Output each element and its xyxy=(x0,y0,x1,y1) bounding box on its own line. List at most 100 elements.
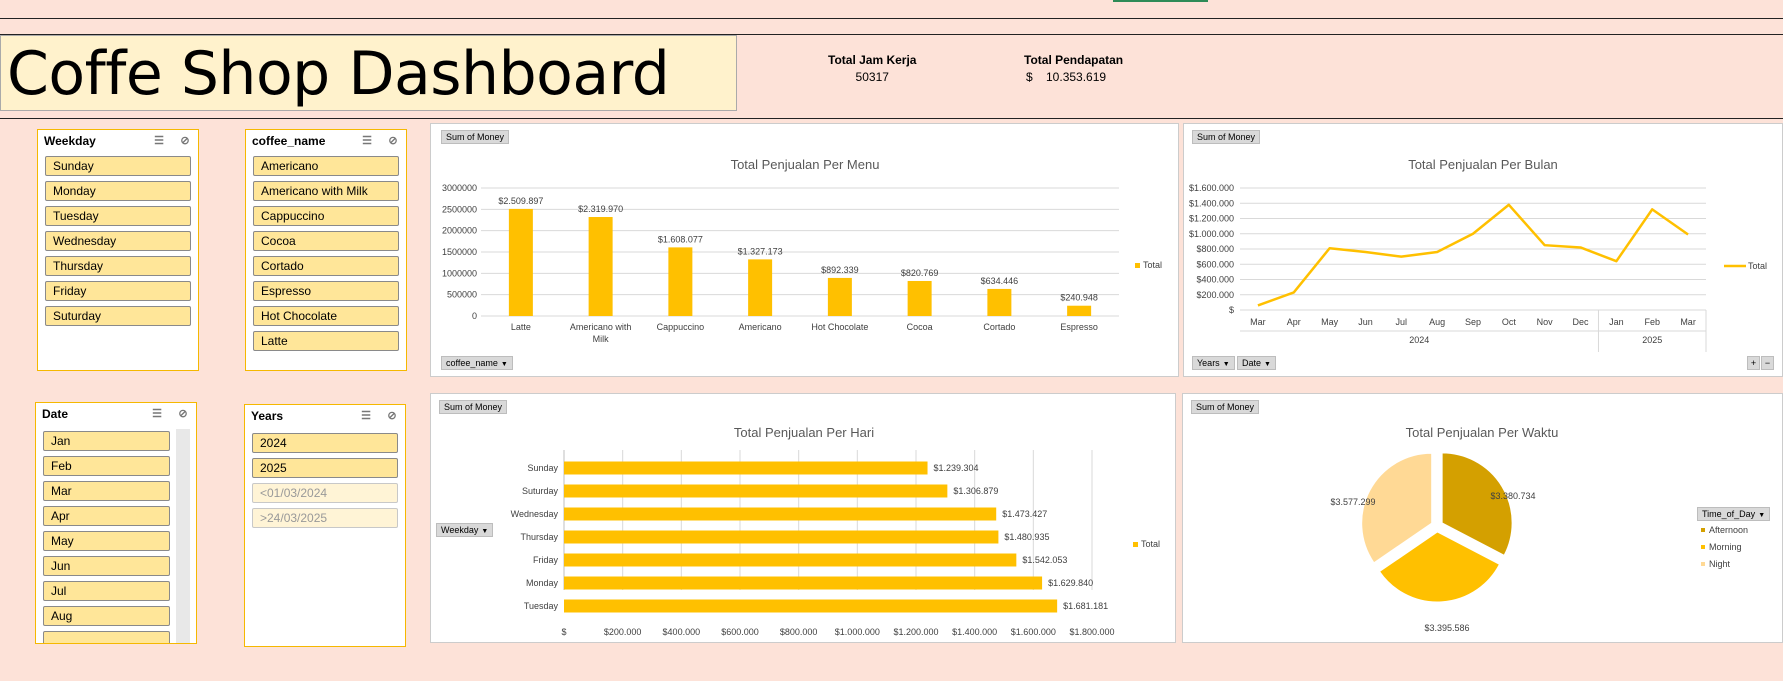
slicer-scrollbar[interactable] xyxy=(176,429,190,643)
multi-select-icon[interactable]: ☰ xyxy=(150,408,164,420)
slicer-item[interactable]: Sunday xyxy=(45,156,191,176)
slicer-item[interactable]: Suturday xyxy=(45,306,191,326)
x-tick-label: $1.000.000 xyxy=(835,627,880,637)
slicer-years-title: Years xyxy=(251,409,284,423)
slicer-item[interactable]: Monday xyxy=(45,181,191,201)
x-tick-label: Oct xyxy=(1502,317,1517,327)
data-label: $2.319.970 xyxy=(578,204,623,214)
slicer-item[interactable]: Americano xyxy=(253,156,399,176)
legend-swatch xyxy=(1701,528,1705,532)
data-label: $3.380.734 xyxy=(1490,491,1535,501)
slicer-item[interactable]: Cortado xyxy=(253,256,399,276)
kpi-revenue-label: Total Pendapatan xyxy=(1024,53,1124,67)
data-label: $1.629.840 xyxy=(1048,578,1093,588)
slicer-date-title: Date xyxy=(42,407,69,421)
multi-select-icon[interactable]: ☰ xyxy=(359,410,373,422)
row-divider xyxy=(0,18,1783,19)
y-tick-label: Friday xyxy=(533,555,559,565)
data-label: $1.306.879 xyxy=(953,486,998,496)
slicer-item[interactable]: Feb xyxy=(43,456,170,476)
legend-swatch xyxy=(1135,263,1140,268)
slicer-item[interactable]: Cappuccino xyxy=(253,206,399,226)
slicer-item[interactable]: Americano with Milk xyxy=(253,181,399,201)
slicer-item-partial[interactable] xyxy=(43,631,170,643)
data-label: $634.446 xyxy=(981,276,1019,286)
slicer-item[interactable]: Wednesday xyxy=(45,231,191,251)
slicer-item[interactable]: Friday xyxy=(45,281,191,301)
slicer-item[interactable]: Espresso xyxy=(253,281,399,301)
slicer-item[interactable]: May xyxy=(43,531,170,551)
y-tick-label: $200.000 xyxy=(1196,290,1234,300)
y-tick-label: $1.600.000 xyxy=(1189,183,1234,193)
y-tick-label: 1000000 xyxy=(442,268,477,278)
x-tick-label: Aug xyxy=(1429,317,1445,327)
data-label: $1.542.053 xyxy=(1022,555,1067,565)
data-label: $1.239.304 xyxy=(934,463,979,473)
chart-panel-day: Sum of Money Weekday ▼ Total Penjualan Pe… xyxy=(430,393,1176,643)
slicer-item[interactable]: Jun xyxy=(43,556,170,576)
slicer-item[interactable]: Cocoa xyxy=(253,231,399,251)
legend-swatch xyxy=(1701,562,1705,566)
x-tick-label: Hot Chocolate xyxy=(811,322,868,332)
slicer-item-nodata[interactable]: >24/03/2025 xyxy=(252,508,398,528)
x-tick-label: Mar xyxy=(1250,317,1266,327)
x-tick-label: Americano xyxy=(739,322,782,332)
slicer-item[interactable]: Aug xyxy=(43,606,170,626)
y-tick-label: $400.000 xyxy=(1196,275,1234,285)
slicer-item[interactable]: Hot Chocolate xyxy=(253,306,399,326)
slicer-item[interactable]: Latte xyxy=(253,331,399,351)
legend-label: Total xyxy=(1748,261,1767,271)
slicer-item[interactable]: Jul xyxy=(43,581,170,601)
x-tick-label: $1.600.000 xyxy=(1011,627,1056,637)
top-strip xyxy=(0,0,1783,35)
series-line xyxy=(1257,203,1689,307)
x-tick-label: Nov xyxy=(1537,317,1554,327)
legend-label: Morning xyxy=(1709,542,1742,552)
slicer-item[interactable]: 2025 xyxy=(252,458,398,478)
cell-selection-mark xyxy=(1113,0,1208,2)
bar xyxy=(508,208,533,316)
x-tick-label: Cappuccino xyxy=(657,322,705,332)
multi-select-icon[interactable]: ☰ xyxy=(152,135,166,147)
bar xyxy=(564,553,1017,567)
clear-filter-icon[interactable]: ⊘ xyxy=(178,135,192,147)
data-label: $1.473.427 xyxy=(1002,509,1047,519)
x-tick-label: Milk xyxy=(593,334,609,344)
x-tick-label: $200.000 xyxy=(604,627,642,637)
bar xyxy=(987,288,1012,316)
clear-filter-icon[interactable]: ⊘ xyxy=(385,410,399,422)
slicer-item[interactable]: Tuesday xyxy=(45,206,191,226)
kpi-hours-label: Total Jam Kerja xyxy=(828,53,917,67)
x-tick-label: $800.000 xyxy=(780,627,818,637)
legend-swatch xyxy=(1701,545,1705,549)
bar xyxy=(827,277,852,316)
chart-menu-svg: Total Penjualan Per Menu 0 500000 1000000 15… xyxy=(442,157,1162,344)
data-label: $3.577.299 xyxy=(1330,497,1375,507)
x-tick-label: Jul xyxy=(1396,317,1408,327)
x-tick-label: Espresso xyxy=(1060,322,1098,332)
slicer-item[interactable]: Mar xyxy=(43,481,170,501)
slicer-item-nodata[interactable]: <01/03/2024 xyxy=(252,483,398,503)
multi-select-icon[interactable]: ☰ xyxy=(360,135,374,147)
legend-label: Total xyxy=(1143,260,1162,270)
y-tick-label: 3000000 xyxy=(442,183,477,193)
slicer-item[interactable]: Apr xyxy=(43,506,170,526)
data-label: $892.339 xyxy=(821,265,859,275)
chart-time-svg: Total Penjualan Per Waktu $3.380.734 $3.39… xyxy=(1330,425,1748,633)
clear-filter-icon[interactable]: ⊘ xyxy=(386,135,400,147)
bar xyxy=(564,484,948,498)
y-tick-label: $1.000.000 xyxy=(1189,229,1234,239)
slicer-coffee-title: coffee_name xyxy=(252,134,326,148)
x-tick-label: Dec xyxy=(1573,317,1590,327)
slicer-item[interactable]: Jan xyxy=(43,431,170,451)
x-tick-label: Cortado xyxy=(983,322,1015,332)
slicer-weekday-title: Weekday xyxy=(44,134,96,148)
data-label: $2.509.897 xyxy=(498,196,543,206)
slicer-item[interactable]: Thursday xyxy=(45,256,191,276)
slicer-item[interactable]: 2024 xyxy=(252,433,398,453)
x-tick-label: Jun xyxy=(1358,317,1373,327)
x-tick-label: $400.000 xyxy=(663,627,701,637)
clear-filter-icon[interactable]: ⊘ xyxy=(176,408,190,420)
kpi-hours-value: 50317 xyxy=(855,70,889,84)
kpi-hours: Total Jam Kerja 50317 xyxy=(828,53,916,84)
